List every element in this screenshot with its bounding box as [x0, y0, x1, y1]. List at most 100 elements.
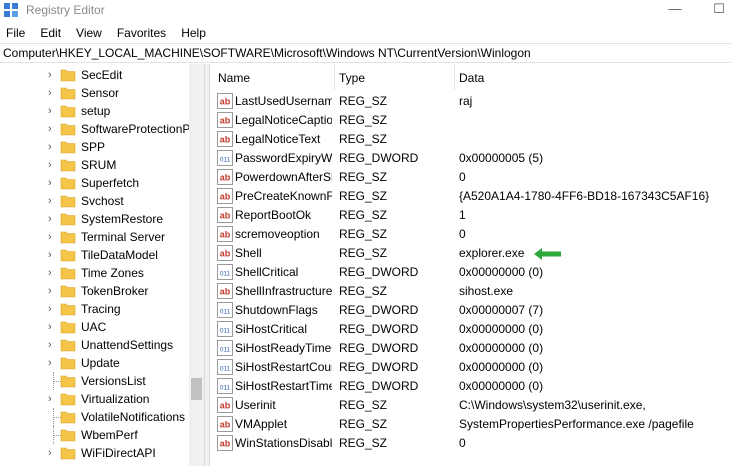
value-type: REG_DWORD [339, 379, 419, 393]
value-name: Shell [235, 246, 262, 260]
tree-item[interactable]: › Time Zones [0, 264, 190, 282]
tree-item[interactable]: › UAC [0, 318, 190, 336]
value-type: REG_SZ [339, 436, 388, 450]
menu-view[interactable]: View [74, 23, 104, 43]
value-row[interactable]: ab scremoveoption REG_SZ 0 [210, 225, 731, 244]
value-row[interactable]: ab LegalNoticeCaption REG_SZ [210, 111, 731, 130]
tree-item-label: Sensor [81, 86, 120, 100]
chevron-right-icon[interactable]: › [48, 320, 58, 334]
folder-icon [60, 339, 76, 352]
tree-item[interactable]: › SRUM [0, 156, 190, 174]
tree-item[interactable]: › Tracing [0, 300, 190, 318]
chevron-right-icon[interactable]: › [48, 302, 58, 316]
title-bar: Registry Editor — ☐ [0, 0, 731, 23]
value-type: REG_SZ [339, 189, 388, 203]
chevron-right-icon[interactable]: › [48, 122, 58, 136]
menu-file[interactable]: File [4, 23, 27, 43]
tree-item[interactable]: › Sensor [0, 84, 190, 102]
string-value-icon: ab [217, 93, 233, 109]
column-header-name[interactable]: Name [214, 64, 334, 90]
value-row[interactable]: ab Userinit REG_SZ C:\Windows\system32\user… [210, 396, 731, 415]
value-row[interactable]: ab ReportBootOk REG_SZ 1 [210, 206, 731, 225]
value-row[interactable]: ab VMApplet REG_SZ SystemPropertiesPerforma… [210, 415, 731, 434]
value-row[interactable]: ab ShellInfrastructure REG_SZ sihost.exe [210, 282, 731, 301]
tree-item[interactable]: › SPP [0, 138, 190, 156]
value-data: 0x00000007 (7) [459, 303, 544, 317]
value-row[interactable]: ab LegalNoticeText REG_SZ [210, 130, 731, 149]
value-row[interactable]: ab PowerdownAfterShutdown REG_SZ 0 [210, 168, 731, 187]
minimize-button[interactable]: — [660, 0, 690, 20]
value-row[interactable]: 011 PasswordExpiryWarning REG_DWORD 0x00000… [210, 149, 731, 168]
value-data: 1 [459, 208, 466, 222]
address-input[interactable] [0, 44, 731, 62]
chevron-right-icon[interactable]: › [48, 446, 58, 460]
value-name: PreCreateKnownFolders [235, 189, 332, 203]
chevron-right-icon[interactable]: › [48, 86, 58, 100]
chevron-right-icon[interactable]: › [48, 230, 58, 244]
chevron-right-icon[interactable]: › [48, 104, 58, 118]
tree-item[interactable]: › Svchost [0, 192, 190, 210]
value-row[interactable]: ab WinStationsDisabled REG_SZ 0 [210, 434, 731, 453]
tree-scrollbar[interactable] [189, 64, 204, 466]
chevron-right-icon[interactable]: › [48, 392, 58, 406]
value-row[interactable]: 011 SiHostReadyTimeOut REG_DWORD 0x00000000… [210, 339, 731, 358]
chevron-right-icon[interactable]: › [48, 158, 58, 172]
chevron-right-icon[interactable]: › [48, 176, 58, 190]
tree-item[interactable]: › SoftwareProtectionPlatform [0, 120, 190, 138]
value-name: LegalNoticeText [235, 132, 321, 146]
value-type: REG_DWORD [339, 322, 419, 336]
tree-item[interactable]: › SecEdit [0, 66, 190, 84]
chevron-right-icon[interactable]: › [48, 212, 58, 226]
chevron-right-icon[interactable]: › [48, 284, 58, 298]
tree-item[interactable]: › Virtualization [0, 390, 190, 408]
tree-item[interactable]: › Superfetch [0, 174, 190, 192]
tree-item[interactable]: › setup [0, 102, 190, 120]
chevron-right-icon[interactable]: › [48, 248, 58, 262]
value-type: REG_SZ [339, 417, 388, 431]
value-data: 0x00000000 (0) [459, 265, 544, 279]
chevron-right-icon[interactable]: › [48, 338, 58, 352]
menu-edit[interactable]: Edit [38, 23, 63, 43]
tree-item-label: VolatileNotifications [81, 410, 186, 424]
value-row[interactable]: 011 ShellCritical REG_DWORD 0x00000000 (0) [210, 263, 731, 282]
tree-item[interactable]: › Terminal Server [0, 228, 190, 246]
value-name: SiHostReadyTimeOut [235, 341, 332, 355]
value-name: ReportBootOk [235, 208, 312, 222]
value-row[interactable]: 011 SiHostRestartTimeGap REG_DWORD 0x000000… [210, 377, 731, 396]
value-row[interactable]: 011 SiHostRestartCountLimit REG_DWORD 0x000… [210, 358, 731, 377]
menu-help[interactable]: Help [179, 23, 208, 43]
tree-scrollbar-thumb[interactable] [191, 378, 202, 400]
value-name: SiHostRestartTimeGap [235, 379, 332, 393]
value-row[interactable]: ab Shell REG_SZ explorer.exe [210, 244, 731, 263]
chevron-right-icon[interactable]: › [48, 194, 58, 208]
tree-item-label: SystemRestore [81, 212, 164, 226]
menu-favorites[interactable]: Favorites [115, 23, 168, 43]
chevron-right-icon[interactable]: › [48, 140, 58, 154]
value-row[interactable]: ab LastUsedUsername REG_SZ raj [210, 92, 731, 111]
value-type: REG_DWORD [339, 303, 419, 317]
chevron-right-icon[interactable]: › [48, 356, 58, 370]
tree-item[interactable]: › UnattendSettings [0, 336, 190, 354]
value-type: REG_SZ [339, 208, 388, 222]
chevron-right-icon[interactable]: › [48, 266, 58, 280]
tree-item[interactable]: › Update [0, 354, 190, 372]
tree-item[interactable]: › TileDataModel [0, 246, 190, 264]
tree-item[interactable]: › SystemRestore [0, 210, 190, 228]
column-header-data[interactable]: Data [454, 64, 731, 90]
value-type: REG_DWORD [339, 341, 419, 355]
value-row[interactable]: ab PreCreateKnownFolders REG_SZ {A520A1A4-1… [210, 187, 731, 206]
tree-item[interactable]: VersionsList [0, 372, 190, 390]
tree-item[interactable]: VolatileNotifications [0, 408, 190, 426]
tree-item[interactable]: WbemPerf [0, 426, 190, 444]
value-data: 0x00000000 (0) [459, 322, 544, 336]
value-name: Userinit [235, 398, 276, 412]
column-header-type[interactable]: Type [334, 64, 452, 90]
value-row[interactable]: 011 SiHostCritical REG_DWORD 0x00000000 (0) [210, 320, 731, 339]
chevron-right-icon[interactable]: › [48, 68, 58, 82]
maximize-button[interactable]: ☐ [704, 0, 731, 20]
tree-item[interactable]: › TokenBroker [0, 282, 190, 300]
string-value-icon: ab [217, 112, 233, 128]
tree-item[interactable]: › WiFiDirectAPI [0, 444, 190, 462]
tree-item-label: SecEdit [81, 68, 123, 82]
value-row[interactable]: 011 ShutdownFlags REG_DWORD 0x00000007 (7) [210, 301, 731, 320]
